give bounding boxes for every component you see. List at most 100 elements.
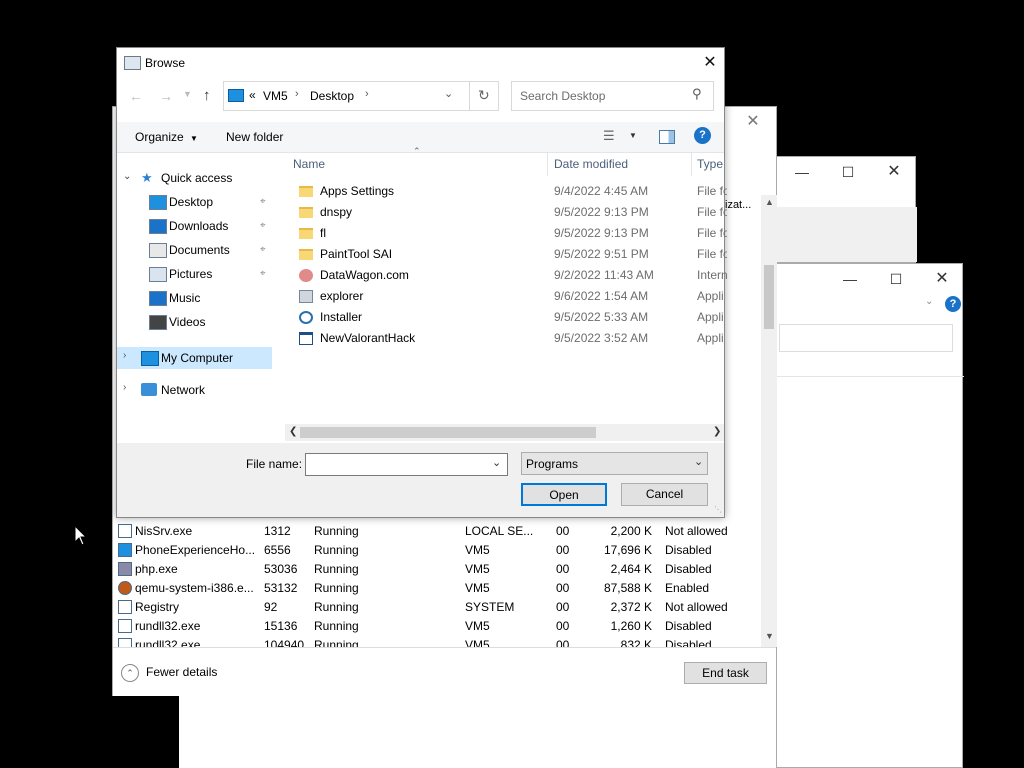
file-type-dropdown-icon[interactable]: ⌄ — [694, 455, 703, 468]
file-name-dropdown-icon[interactable]: ⌄ — [492, 456, 501, 469]
forward-icon[interactable]: → — [159, 88, 173, 104]
file-row[interactable]: NewValorantHack 9/5/2022 3:52 AM Appli — [291, 328, 724, 349]
address-dropdown-icon[interactable]: ⌄ — [444, 87, 453, 100]
process-row[interactable]: PhoneExperienceHo... 6556 Running VM5 00 17,6… — [113, 541, 763, 560]
minimize-icon[interactable]: — — [827, 264, 873, 294]
open-button[interactable]: Open — [521, 483, 607, 506]
file-row[interactable]: Installer 9/5/2022 5:33 AM Appli — [291, 307, 724, 328]
expand-my-computer-icon[interactable]: › — [123, 350, 126, 361]
horizontal-scrollbar[interactable]: ❮ ❯ — [285, 424, 724, 441]
music-icon — [149, 291, 167, 306]
recent-locations-icon[interactable]: ▼ — [183, 89, 192, 99]
process-icon — [118, 600, 132, 614]
column-type[interactable]: Type — [697, 157, 723, 171]
search-icon[interactable]: ⚲ — [692, 86, 702, 102]
breadcrumb-vm5[interactable]: VM5 — [263, 89, 288, 103]
file-name: dnspy — [320, 205, 353, 219]
help-icon[interactable]: ? — [694, 127, 711, 144]
breadcrumb-overflow[interactable]: « — [249, 88, 256, 102]
file-row[interactable]: explorer 9/6/2022 1:54 AM Appli — [291, 286, 724, 307]
new-folder-button[interactable]: New folder — [226, 130, 283, 144]
file-name: Installer — [320, 310, 363, 324]
vertical-scrollbar[interactable]: ▲ ▼ — [761, 195, 777, 647]
browse-dialog: Browse ✕ ← → ▼ ↑ « › VM5 › Desktop ⌄ ↻ S… — [116, 47, 727, 518]
end-task-button[interactable]: End task — [684, 662, 767, 684]
internet-shortcut-icon — [299, 269, 313, 282]
explorer-icon — [299, 290, 313, 303]
help-icon[interactable]: ? — [945, 296, 961, 312]
view-options-icon[interactable]: ☰ — [603, 128, 615, 144]
breadcrumb-desktop[interactable]: Desktop — [310, 89, 354, 103]
process-name: PhoneExperienceHo... — [135, 543, 256, 557]
process-uac: Disabled — [665, 638, 712, 647]
scroll-up-icon[interactable]: ▲ — [765, 197, 774, 207]
process-status: Running — [314, 581, 359, 595]
close-icon[interactable]: ✕ — [687, 48, 733, 78]
process-row[interactable]: NisSrv.exe 1312 Running LOCAL SE... 00 2,200 … — [113, 522, 763, 541]
view-dropdown-icon[interactable]: ▼ — [629, 131, 637, 140]
close-icon[interactable]: ✕ — [871, 157, 917, 187]
file-date: 9/6/2022 1:54 AM — [554, 289, 649, 303]
scroll-down-icon[interactable]: ▼ — [765, 631, 774, 641]
up-icon[interactable]: ↑ — [203, 87, 211, 104]
maximize-icon[interactable]: ☐ — [873, 264, 919, 294]
scroll-thumb[interactable] — [300, 427, 596, 438]
file-row[interactable]: Apps Settings 9/4/2022 4:45 AM File fo — [291, 181, 727, 202]
close-icon[interactable]: ✕ — [730, 107, 776, 137]
close-icon[interactable]: ✕ — [919, 264, 965, 294]
process-name: rundll32.exe — [135, 619, 201, 633]
expand-network-icon[interactable]: › — [123, 382, 126, 393]
file-type-filter[interactable]: Programs ⌄ — [521, 452, 708, 475]
column-divider — [691, 152, 692, 176]
address-field[interactable] — [779, 324, 953, 352]
column-name[interactable]: Name — [293, 157, 325, 171]
process-mem: 1,260 K — [610, 619, 652, 633]
process-row[interactable]: php.exe 53036 Running VM5 00 2,464 K Disabled — [113, 560, 763, 579]
fewer-details-link[interactable]: Fewer details — [146, 665, 217, 679]
nav-item-label: Music — [169, 291, 201, 305]
column-date-modified[interactable]: Date modified — [554, 157, 628, 171]
organize-button[interactable]: Organize ▼ — [135, 130, 198, 144]
expand-quick-access-icon[interactable]: ⌄ — [123, 171, 131, 182]
file-name-field[interactable]: ⌄ — [305, 453, 508, 476]
scroll-right-icon[interactable]: ❯ — [713, 426, 721, 437]
resize-grip-icon[interactable]: ⋱ — [714, 505, 722, 514]
mouse-cursor-icon — [74, 524, 88, 550]
cancel-button[interactable]: Cancel — [621, 483, 708, 506]
back-icon[interactable]: ← — [129, 88, 143, 104]
process-mem: 2,464 K — [610, 562, 652, 576]
process-name: php.exe — [135, 562, 178, 576]
minimize-icon[interactable]: — — [779, 157, 825, 187]
maximize-icon[interactable]: ☐ — [825, 157, 871, 187]
process-row[interactable]: qemu-system-i386.e... 53132 Running VM5 00 87… — [113, 579, 763, 598]
preview-pane-icon[interactable] — [659, 130, 675, 144]
navigation-pane: ⌄ ★ Quick access Desktop ⌖ Downloads ⌖ Docum… — [117, 152, 277, 442]
organize-label: Organize — [135, 130, 184, 144]
search-box[interactable]: Search Desktop ⚲ — [511, 81, 714, 111]
file-date: 9/5/2022 9:13 PM — [554, 226, 649, 240]
scroll-left-icon[interactable]: ❮ — [289, 426, 297, 437]
file-row[interactable]: fl 9/5/2022 9:13 PM File fo — [291, 223, 727, 244]
chevron-up-circle-icon[interactable]: ⌃ — [121, 664, 139, 682]
file-name-label: File name: — [246, 457, 303, 471]
file-date: 9/2/2022 11:43 AM — [554, 268, 654, 282]
scroll-thumb[interactable] — [764, 265, 774, 329]
file-row[interactable]: DataWagon.com 9/2/2022 11:43 AM Intern — [291, 265, 727, 286]
chevron-down-icon[interactable]: ⌄ — [925, 296, 933, 307]
process-row[interactable]: rundll32.exe 104940 Running VM5 00 832 K Disab… — [113, 636, 763, 647]
process-uac: Disabled — [665, 543, 712, 557]
nav-item-label: Pictures — [169, 267, 213, 281]
process-status: Running — [314, 638, 359, 647]
file-date: 9/4/2022 4:45 AM — [554, 184, 649, 198]
file-row[interactable]: PaintTool SAI 9/5/2022 9:51 PM File fo — [291, 244, 727, 265]
process-row[interactable]: rundll32.exe 15136 Running VM5 00 1,260 K Disa… — [113, 617, 763, 636]
search-input[interactable]: Search Desktop — [520, 89, 605, 103]
address-bar[interactable]: « › VM5 › Desktop ⌄ ↻ — [223, 81, 499, 111]
process-user: SYSTEM — [465, 600, 515, 614]
toolbar-area — [777, 207, 917, 262]
process-mem: 832 K — [620, 638, 652, 647]
file-date: 9/5/2022 5:33 AM — [554, 310, 649, 324]
process-row[interactable]: Registry 92 Running SYSTEM 00 2,372 K Not allo… — [113, 598, 763, 617]
refresh-icon[interactable]: ↻ — [478, 87, 490, 104]
file-row[interactable]: dnspy 9/5/2022 9:13 PM File fo — [291, 202, 727, 223]
